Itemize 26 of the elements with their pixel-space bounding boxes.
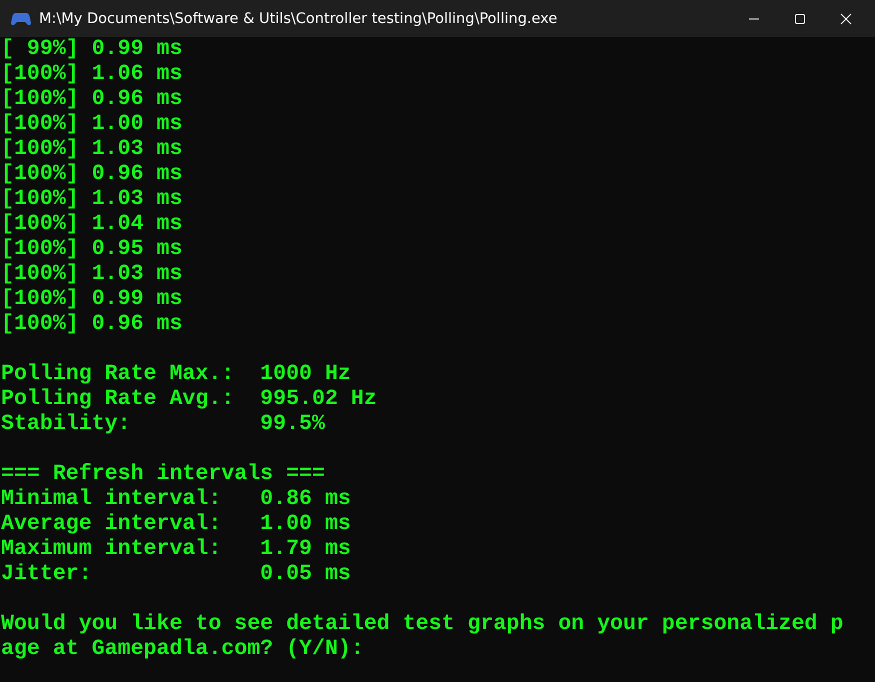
interval-line: Jitter: 0.05 ms bbox=[1, 562, 351, 587]
interval-line: Maximum interval: 1.79 ms bbox=[1, 537, 351, 562]
reading-line: [100%] 1.00 ms bbox=[1, 112, 182, 137]
reading-line: [100%] 0.96 ms bbox=[1, 312, 182, 337]
window-title: M:\My Documents\Software & Utils\Controller testing\Polling\Polling.exe bbox=[39, 10, 558, 26]
interval-line: Minimal interval: 0.86 ms bbox=[1, 487, 351, 512]
section-heading: === Refresh intervals === bbox=[1, 462, 325, 487]
close-icon bbox=[840, 12, 852, 24]
reading-line: [100%] 1.06 ms bbox=[1, 62, 182, 87]
maximize-icon bbox=[794, 12, 806, 24]
reading-line: [100%] 0.99 ms bbox=[1, 287, 182, 312]
stat-line: Stability: 99.5% bbox=[1, 412, 325, 437]
reading-line: [100%] 1.04 ms bbox=[1, 212, 182, 237]
reading-line: [100%] 0.95 ms bbox=[1, 237, 182, 262]
gamepad-icon bbox=[11, 12, 31, 26]
reading-line: [100%] 1.03 ms bbox=[1, 187, 182, 212]
reading-line: [ 99%] 0.99 ms bbox=[1, 37, 182, 62]
reading-line: [100%] 0.96 ms bbox=[1, 87, 182, 112]
reading-line: [100%] 0.96 ms bbox=[1, 162, 182, 187]
stat-line: Polling Rate Avg.: 995.02 Hz bbox=[1, 387, 377, 412]
reading-line: [100%] 1.03 ms bbox=[1, 262, 182, 287]
prompt-line: age at Gamepadla.com? (Y/N): bbox=[1, 637, 364, 662]
prompt-line: Would you like to see detailed test graphs on your personalized p bbox=[1, 612, 844, 637]
stat-line: Polling Rate Max.: 1000 Hz bbox=[1, 362, 351, 387]
interval-line: Average interval: 1.00 ms bbox=[1, 512, 351, 537]
reading-line: [100%] 1.03 ms bbox=[1, 137, 182, 162]
